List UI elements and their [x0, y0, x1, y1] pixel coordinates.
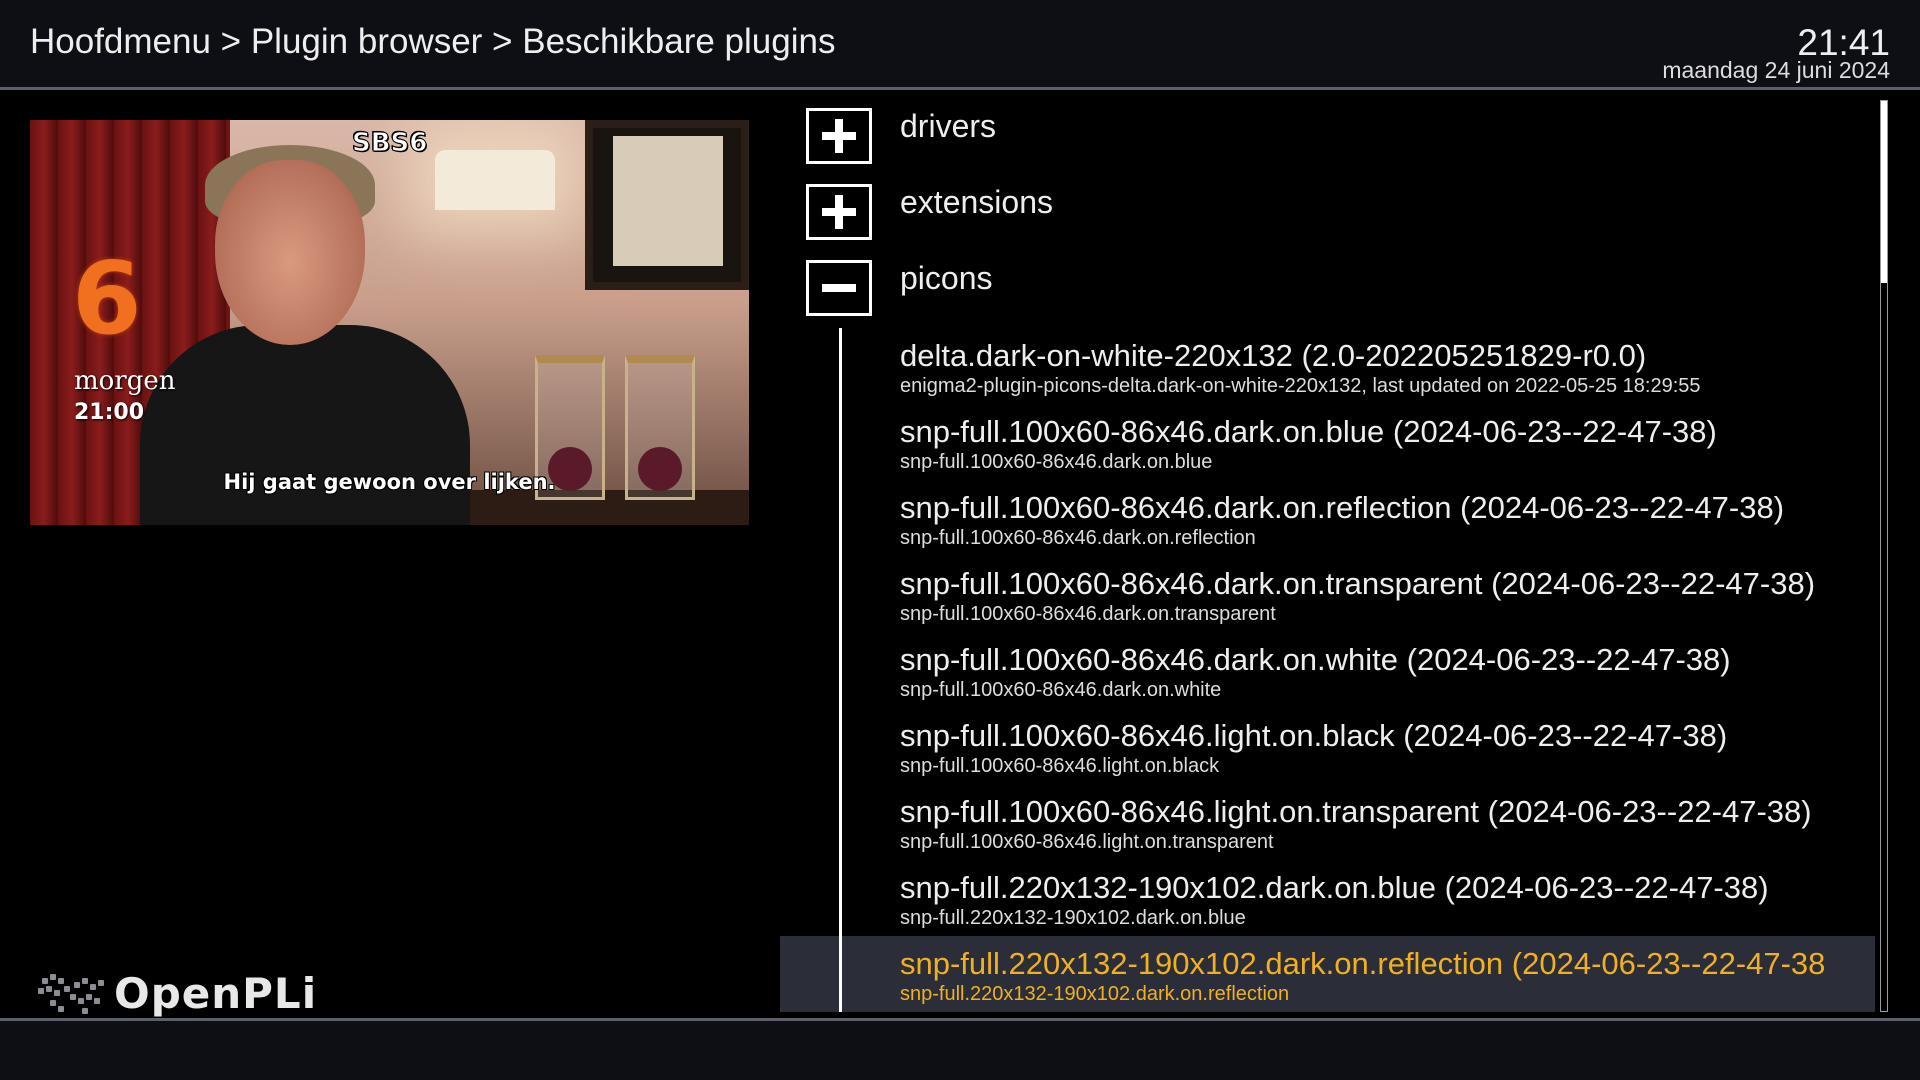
category-row-extensions[interactable]: extensions	[780, 176, 1875, 252]
promo-time: 21:00	[74, 400, 145, 425]
brand-name: OpenPLi	[114, 968, 318, 1018]
preview-picture-frame	[585, 120, 749, 290]
plugin-row[interactable]: snp-full.100x60-86x46.light.on.transpare…	[780, 784, 1875, 860]
preview-person-head	[215, 160, 365, 345]
tv-subtitle: Hij gaat gewoon over lijken.	[223, 470, 556, 494]
tree-connector	[839, 632, 842, 708]
plugin-row[interactable]: snp-full.100x60-86x46.dark.on.reflection…	[780, 480, 1875, 556]
plugin-row[interactable]: snp-full.220x132-190x102.dark.on.blue (2…	[780, 860, 1875, 936]
plugin-title: snp-full.100x60-86x46.dark.on.reflection…	[900, 490, 1785, 525]
channel-logo: 6	[72, 240, 142, 357]
openpli-logo: OpenPLi	[34, 966, 317, 1020]
category-row-picons[interactable]: picons	[780, 252, 1875, 328]
plugin-title: snp-full.100x60-86x46.dark.on.blue (2024…	[900, 414, 1717, 449]
plugin-row[interactable]: snp-full.100x60-86x46.light.on.black (20…	[780, 708, 1875, 784]
header-bar: Hoofdmenu > Plugin browser > Beschikbare…	[0, 0, 1920, 87]
plugin-row[interactable]: snp-full.100x60-86x46.dark.on.blue (2024…	[780, 404, 1875, 480]
tree-connector	[839, 708, 842, 784]
plugin-description: enigma2-plugin-picons-delta.dark-on-whit…	[900, 375, 1701, 397]
tree-connector	[839, 480, 842, 556]
preview-lamp	[435, 150, 555, 210]
plugin-row-selected[interactable]: snp-full.220x132-190x102.dark.on.reflect…	[780, 936, 1875, 1012]
plus-icon	[806, 184, 872, 240]
plugin-title: delta.dark-on-white-220x132 (2.0-2022052…	[900, 338, 1647, 373]
plugin-browser-screen: Hoofdmenu > Plugin browser > Beschikbare…	[0, 0, 1920, 1080]
list-scrollbar[interactable]	[1880, 100, 1888, 1012]
plugin-title: snp-full.100x60-86x46.dark.on.white (202…	[900, 642, 1731, 677]
plugin-row[interactable]: snp-full.100x60-86x46.dark.on.transparen…	[780, 556, 1875, 632]
preview-person-body	[140, 325, 470, 525]
footer-bar	[0, 1021, 1920, 1080]
tree-connector	[839, 936, 842, 1012]
plugin-title: snp-full.100x60-86x46.dark.on.transparen…	[900, 566, 1816, 601]
plugin-row[interactable]: snp-full.100x60-86x46.dark.on.white (202…	[780, 632, 1875, 708]
tree-connector	[839, 860, 842, 936]
plugin-list[interactable]: drivers extensions picons delta.dark-on-…	[780, 100, 1875, 1012]
plugin-title: snp-full.220x132-190x102.dark.on.reflect…	[900, 946, 1826, 981]
plus-icon	[806, 108, 872, 164]
header-divider	[0, 87, 1920, 90]
plugin-row[interactable]: delta.dark-on-white-220x132 (2.0-2022052…	[780, 328, 1875, 404]
tree-connector	[839, 404, 842, 480]
plugin-description: snp-full.220x132-190x102.dark.on.blue	[900, 907, 1246, 929]
scrollbar-thumb[interactable]	[1881, 101, 1887, 283]
category-label: picons	[900, 260, 993, 296]
tv-preview: 6 morgen 21:00 SBS6 Hij gaat gewoon over…	[30, 120, 749, 525]
plugin-title: snp-full.220x132-190x102.dark.on.blue (2…	[900, 870, 1769, 905]
category-row-drivers[interactable]: drivers	[780, 100, 1875, 176]
promo-day: morgen	[74, 366, 176, 396]
plugin-description: snp-full.100x60-86x46.light.on.transpare…	[900, 831, 1274, 853]
plugin-description: snp-full.100x60-86x46.dark.on.reflection	[900, 527, 1256, 549]
plugin-title: snp-full.100x60-86x46.light.on.black (20…	[900, 718, 1728, 753]
globe-icon	[34, 968, 110, 1018]
plugin-title: snp-full.100x60-86x46.light.on.transpare…	[900, 794, 1812, 829]
clock-date: maandag 24 juni 2024	[1662, 57, 1890, 83]
tree-connector	[839, 328, 842, 404]
breadcrumb: Hoofdmenu > Plugin browser > Beschikbare…	[30, 22, 836, 61]
plugin-description: snp-full.220x132-190x102.dark.on.reflect…	[900, 983, 1290, 1005]
tree-connector	[839, 556, 842, 632]
minus-icon	[806, 260, 872, 316]
category-label: drivers	[900, 108, 997, 144]
plugin-description: snp-full.100x60-86x46.light.on.black	[900, 755, 1220, 777]
category-label: extensions	[900, 184, 1053, 220]
channel-name: SBS6	[351, 128, 428, 159]
plugin-description: snp-full.100x60-86x46.dark.on.transparen…	[900, 603, 1276, 625]
plugin-description: snp-full.100x60-86x46.dark.on.white	[900, 679, 1222, 701]
plugin-description: snp-full.100x60-86x46.dark.on.blue	[900, 451, 1213, 473]
tree-connector	[839, 784, 842, 860]
